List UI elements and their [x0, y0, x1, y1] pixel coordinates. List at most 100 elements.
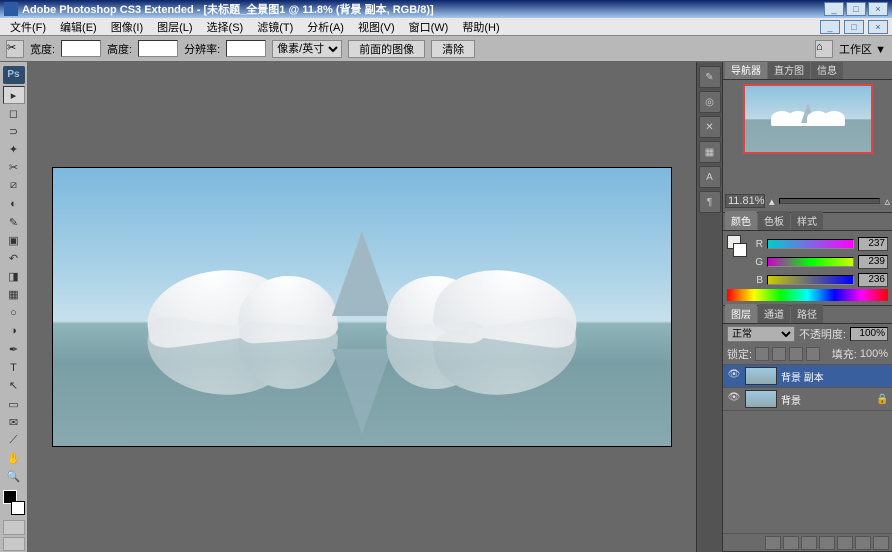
stamp-tool[interactable]: ▣	[3, 231, 25, 249]
workspace-icon[interactable]: ⌂	[815, 40, 833, 58]
blend-mode-select[interactable]: 正常	[727, 326, 795, 342]
zoom-in-icon[interactable]: ▵	[884, 195, 890, 208]
layer-row[interactable]: 👁 背景 副本	[723, 365, 892, 388]
close-button[interactable]: ×	[868, 2, 888, 16]
lock-pos-icon[interactable]	[789, 347, 803, 361]
clear-button[interactable]: 清除	[431, 40, 475, 58]
tab-styles[interactable]: 样式	[791, 211, 823, 230]
dock-clone-icon[interactable]: ◎	[699, 91, 721, 113]
doc-minimize-button[interactable]: _	[820, 20, 840, 34]
tab-paths[interactable]: 路径	[791, 304, 823, 323]
marquee-tool[interactable]: ◻	[3, 104, 25, 122]
menu-filter[interactable]: 滤镜(T)	[251, 18, 299, 36]
lock-all-icon[interactable]	[806, 347, 820, 361]
navigator-thumbnail[interactable]	[743, 84, 873, 154]
zoom-slider[interactable]	[779, 198, 881, 204]
doc-close-button[interactable]: ×	[868, 20, 888, 34]
layer-name[interactable]: 背景 副本	[781, 369, 872, 384]
minimize-button[interactable]: _	[824, 2, 844, 16]
move-tool[interactable]: ▸	[3, 86, 25, 104]
menu-help[interactable]: 帮助(H)	[456, 18, 505, 36]
zoom-out-icon[interactable]: ▴	[769, 195, 775, 208]
res-input[interactable]	[226, 40, 266, 57]
restore-button[interactable]: □	[846, 2, 866, 16]
type-tool[interactable]: T	[3, 359, 25, 377]
crop-tool[interactable]: ✂	[3, 159, 25, 177]
color-bg-swatch[interactable]	[733, 243, 747, 257]
b-slider[interactable]	[767, 275, 854, 285]
dock-para-icon[interactable]: ¶	[699, 191, 721, 213]
visibility-icon[interactable]: 👁	[727, 369, 741, 383]
quickmask-toggle[interactable]	[3, 520, 25, 535]
dock-swatch-icon[interactable]: ✕	[699, 116, 721, 138]
dodge-tool[interactable]: ◑	[3, 322, 25, 340]
new-layer-icon[interactable]	[855, 536, 871, 550]
lock-trans-icon[interactable]	[755, 347, 769, 361]
menu-select[interactable]: 选择(S)	[201, 18, 250, 36]
menu-window[interactable]: 窗口(W)	[403, 18, 455, 36]
canvas-area[interactable]	[28, 62, 696, 552]
adjustment-icon[interactable]	[819, 536, 835, 550]
fill-value[interactable]: 100%	[860, 348, 888, 360]
visibility-icon[interactable]: 👁	[727, 392, 741, 406]
layer-style-icon[interactable]	[783, 536, 799, 550]
g-value[interactable]: 239	[858, 255, 888, 269]
layer-thumb[interactable]	[745, 390, 777, 408]
menu-image[interactable]: 图像(I)	[105, 18, 149, 36]
gradient-tool[interactable]: ▦	[3, 286, 25, 304]
brush-tool[interactable]: ✎	[3, 213, 25, 231]
doc-restore-button[interactable]: □	[844, 20, 864, 34]
delete-layer-icon[interactable]	[873, 536, 889, 550]
layer-row[interactable]: 👁 背景 🔒	[723, 388, 892, 411]
layer-thumb[interactable]	[745, 367, 777, 385]
dock-style-icon[interactable]: ▦	[699, 141, 721, 163]
wand-tool[interactable]: ✦	[3, 141, 25, 159]
notes-tool[interactable]: ✉	[3, 413, 25, 431]
eraser-tool[interactable]: ◨	[3, 268, 25, 286]
history-brush-tool[interactable]: ↶	[3, 250, 25, 268]
menu-edit[interactable]: 编辑(E)	[54, 18, 103, 36]
tab-swatches[interactable]: 色板	[758, 211, 790, 230]
zoom-tool[interactable]: 🔍	[3, 468, 25, 486]
front-image-button[interactable]: 前面的图像	[348, 40, 425, 58]
zoom-percent[interactable]: 11.81%	[725, 194, 765, 208]
tab-navigator[interactable]: 导航器	[725, 62, 767, 79]
link-layers-icon[interactable]	[765, 536, 781, 550]
tab-layers[interactable]: 图层	[725, 304, 757, 323]
path-tool[interactable]: ↖	[3, 377, 25, 395]
menu-file[interactable]: 文件(F)	[4, 18, 52, 36]
healing-tool[interactable]: ◐	[3, 195, 25, 213]
dock-char-icon[interactable]: A	[699, 166, 721, 188]
height-input[interactable]	[138, 40, 178, 57]
opacity-value[interactable]: 100%	[850, 327, 888, 341]
tab-color[interactable]: 颜色	[725, 211, 757, 230]
tab-info[interactable]: 信息	[811, 62, 843, 79]
menu-analysis[interactable]: 分析(A)	[301, 18, 350, 36]
background-color[interactable]	[11, 501, 25, 515]
menu-view[interactable]: 视图(V)	[352, 18, 401, 36]
lock-image-icon[interactable]	[772, 347, 786, 361]
eyedropper-tool[interactable]: ⟋	[3, 431, 25, 449]
dock-brush-icon[interactable]: ✎	[699, 66, 721, 88]
workspace-menu[interactable]: 工作区 ▼	[839, 41, 886, 57]
r-value[interactable]: 237	[858, 237, 888, 251]
lasso-tool[interactable]: ⊃	[3, 122, 25, 140]
color-swatch[interactable]	[3, 490, 25, 515]
color-spectrum[interactable]	[727, 289, 888, 301]
g-slider[interactable]	[767, 257, 854, 267]
blur-tool[interactable]: ○	[3, 304, 25, 322]
unit-select[interactable]: 像素/英寸	[272, 40, 342, 58]
r-slider[interactable]	[767, 239, 854, 249]
group-icon[interactable]	[837, 536, 853, 550]
tab-channels[interactable]: 通道	[758, 304, 790, 323]
screenmode-toggle[interactable]	[3, 537, 25, 552]
shape-tool[interactable]: ▭	[3, 395, 25, 413]
tab-histogram[interactable]: 直方图	[768, 62, 810, 79]
pen-tool[interactable]: ✒	[3, 340, 25, 358]
layer-name[interactable]: 背景	[781, 392, 872, 407]
layer-mask-icon[interactable]	[801, 536, 817, 550]
b-value[interactable]: 236	[858, 273, 888, 287]
slice-tool[interactable]: ⧄	[3, 177, 25, 195]
width-input[interactable]	[61, 40, 101, 57]
hand-tool[interactable]: ✋	[3, 449, 25, 467]
